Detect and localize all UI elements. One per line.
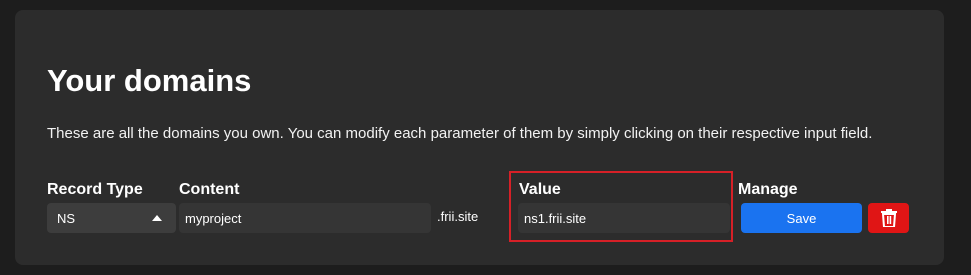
caret-up-icon — [152, 215, 162, 221]
domains-card: Your domains These are all the domains y… — [15, 10, 944, 265]
value-input[interactable] — [518, 203, 730, 233]
manage-header: Manage — [738, 181, 798, 198]
save-button[interactable]: Save — [741, 203, 862, 233]
record-type-value: NS — [57, 210, 76, 226]
page-title: Your domains — [47, 63, 252, 98]
record-type-select[interactable]: NS — [47, 203, 176, 233]
trash-icon — [880, 209, 897, 227]
delete-button[interactable] — [868, 203, 909, 233]
domain-suffix: .frii.site — [437, 209, 479, 224]
page-description: These are all the domains you own. You c… — [47, 125, 873, 142]
record-type-header: Record Type — [47, 181, 143, 198]
content-input[interactable] — [179, 203, 431, 233]
value-header: Value — [519, 181, 561, 198]
content-header: Content — [179, 181, 240, 198]
